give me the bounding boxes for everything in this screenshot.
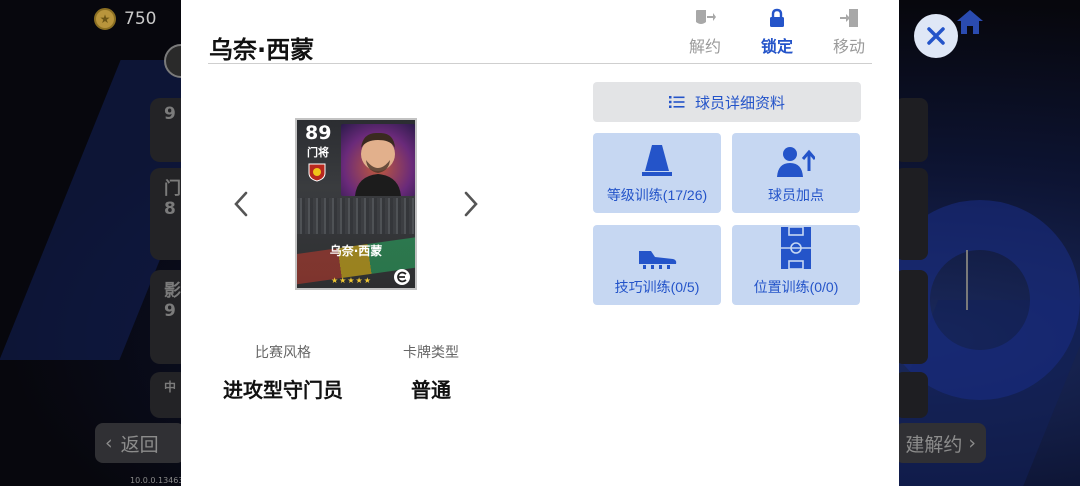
player-card[interactable]: 89 门将 乌奈·西蒙 ★★★★★ [295, 118, 417, 290]
skill-training-button[interactable]: 技巧训练(0/5) [593, 225, 721, 305]
efootball-logo-icon [394, 269, 410, 285]
release-button[interactable]: 解约 [669, 8, 741, 57]
card-rating: 89 [305, 122, 332, 144]
play-style-value: 进攻型守门员 [223, 378, 343, 402]
bg-divider [966, 250, 968, 310]
list-icon [668, 96, 685, 108]
home-icon[interactable] [955, 8, 985, 36]
card-player-name: 乌奈·西蒙 [329, 244, 383, 258]
action-bar: 解约 锁定 移动 [669, 8, 885, 57]
player-upgrade-icon [777, 147, 815, 177]
position-training-button[interactable]: 位置训练(0/0) [732, 225, 860, 305]
close-button[interactable] [914, 14, 958, 58]
move-icon [840, 9, 858, 27]
gold-coin-icon: ★ [94, 8, 116, 30]
bg-list-card [895, 98, 928, 162]
boot-icon [639, 251, 677, 269]
player-photo-icon [355, 132, 401, 196]
back-label: 返回 [120, 433, 159, 456]
coin-value: 750 [124, 9, 157, 29]
training-cone-icon [642, 145, 672, 176]
release-icon [696, 10, 716, 24]
pitch-icon [781, 227, 811, 269]
release-bg-label: 建解约 [905, 433, 963, 456]
play-style-label: 比赛风格 [255, 345, 311, 361]
level-training-label: 等级训练(17/26) [606, 187, 708, 203]
card-type-value: 普通 [411, 378, 451, 402]
player-upgrade-button[interactable]: 球员加点 [732, 133, 860, 213]
player-details-label: 球员详细资料 [694, 94, 785, 112]
position-training-label: 位置训练(0/0) [753, 279, 839, 295]
player-name-title: 乌奈·西蒙 [209, 36, 315, 64]
bg-list-card [895, 270, 928, 364]
coin-balance: ★ 750 [94, 8, 156, 30]
play-style-info: 比赛风格 进攻型守门员 [213, 342, 353, 403]
bg-list-card [895, 168, 928, 260]
chevron-right-icon: › [968, 432, 976, 454]
previous-player-arrow[interactable] [229, 190, 253, 218]
back-button: ‹ 返回 [95, 423, 185, 463]
level-training-button[interactable]: 等级训练(17/26) [593, 133, 721, 213]
move-label: 移动 [832, 37, 865, 56]
lock-button[interactable]: 锁定 [741, 8, 813, 57]
card-type-info: 卡牌类型 普通 [361, 342, 501, 403]
lock-label: 锁定 [760, 37, 793, 56]
title-divider [208, 63, 872, 64]
close-icon [927, 27, 945, 45]
next-player-arrow[interactable] [459, 190, 483, 218]
skill-training-label: 技巧训练(0/5) [614, 279, 700, 295]
bg-list-card [895, 372, 928, 418]
club-badge-icon [308, 163, 326, 182]
move-button[interactable]: 移动 [813, 8, 885, 57]
chevron-left-icon: ‹ [105, 432, 113, 454]
player-details-button[interactable]: 球员详细资料 [593, 82, 861, 122]
release-label: 解约 [688, 37, 721, 56]
card-position: 门将 [307, 146, 329, 159]
lock-icon [770, 8, 784, 27]
card-stars: ★★★★★ [331, 276, 372, 285]
card-crowd-background [297, 198, 415, 234]
release-bg-button: 建解约 › [895, 423, 986, 463]
player-detail-panel: 乌奈·西蒙 解约 锁定 移动 89 门将 乌奈·西蒙 ★★★★★ 比赛风格 进攻… [181, 0, 899, 486]
player-portrait [341, 124, 415, 196]
card-type-label: 卡牌类型 [403, 345, 459, 361]
player-upgrade-label: 球员加点 [768, 187, 824, 203]
